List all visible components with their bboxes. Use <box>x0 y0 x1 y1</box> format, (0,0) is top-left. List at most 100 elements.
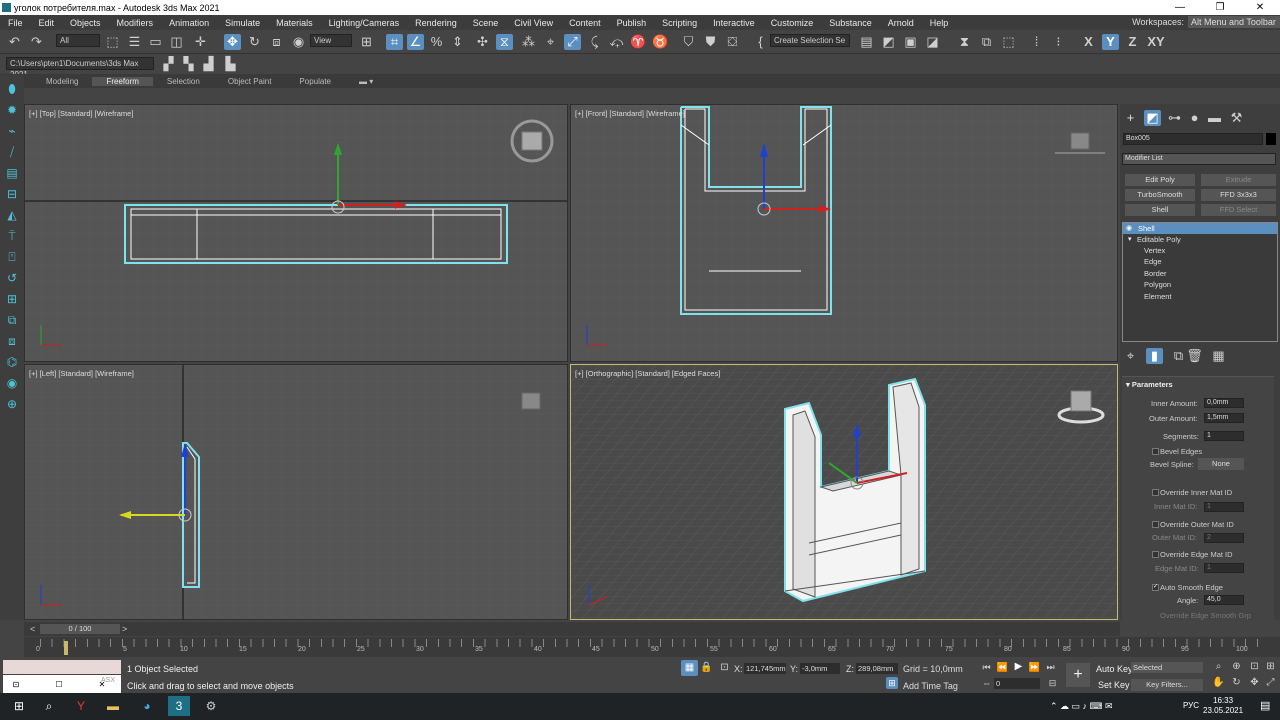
align-camera-icon[interactable]: ⤽ <box>608 34 625 50</box>
menu-interactive[interactable]: Interactive <box>705 18 763 28</box>
viewport-ortho-label[interactable]: [+] [Orthographic] [Standard] [Edged Fac… <box>575 369 720 378</box>
viewport-front[interactable]: [+] [Front] [Standard] [Wireframe] <box>570 104 1118 362</box>
key-mode-icon[interactable]: ⇔ <box>978 675 995 691</box>
time-slider-next-icon[interactable]: > <box>122 624 127 634</box>
file-explorer-icon[interactable]: ▬ <box>102 696 124 716</box>
script-restore-button[interactable]: ☐ <box>29 680 89 689</box>
outer-mat-id-spinner[interactable]: 2 <box>1204 533 1244 543</box>
menu-arnold[interactable]: Arnold <box>880 18 922 28</box>
menu-help[interactable]: Help <box>922 18 957 28</box>
modifier-list-dropdown[interactable]: Modifier List <box>1122 153 1276 165</box>
ffd-3x3x3-button[interactable]: FFD 3x3x3 <box>1201 189 1276 201</box>
show-end-result-icon[interactable]: ▮ <box>1146 348 1163 364</box>
brush-icon[interactable]: ⧸ <box>4 144 20 160</box>
z-coordinate-field[interactable]: 289,08mm <box>856 663 898 674</box>
camera-icon[interactable]: ⌬ <box>4 354 20 370</box>
angle-spinner[interactable]: 45,0 <box>1204 595 1244 605</box>
extrude-button[interactable]: Extrude <box>1201 174 1276 186</box>
language-indicator[interactable]: РУС <box>1183 701 1199 710</box>
viewport-orthographic[interactable]: [+] [Orthographic] [Standard] [Edged Fac… <box>570 364 1118 620</box>
freeze-icon[interactable]: ⊟ <box>4 186 20 202</box>
windows-start-icon[interactable]: ⊞ <box>8 696 30 716</box>
ribbon-icon-2[interactable]: ▚ <box>180 56 197 72</box>
cycle-icon[interactable]: ↺ <box>4 270 20 286</box>
reference-coord-dropdown[interactable]: View <box>310 34 352 47</box>
quick-align-icon[interactable]: ⌖ <box>542 34 559 50</box>
isolate-selection-icon[interactable]: ▦ <box>681 660 698 676</box>
track-bar[interactable]: 0 5 10 15 20 25 30 35 40 45 50 55 60 65 … <box>24 637 1280 657</box>
orbit-icon[interactable]: ↻ <box>1228 675 1245 691</box>
rotate-icon[interactable]: ↻ <box>246 34 263 50</box>
eye-icon[interactable]: ◉ <box>1126 224 1132 232</box>
layer-explorer-icon[interactable]: ♉ <box>652 34 669 50</box>
app-icon-extra[interactable]: ⚙ <box>200 696 222 716</box>
go-to-start-icon[interactable]: ⏮ <box>978 659 995 675</box>
undo-icon[interactable]: ↶ <box>6 34 23 50</box>
key-mode-dropdown[interactable]: Selected <box>1131 662 1203 673</box>
axis-xy-button[interactable]: XY <box>1146 34 1166 50</box>
placement-icon[interactable]: ◉ <box>290 34 307 50</box>
3ds-max-icon[interactable]: 3 <box>168 696 190 716</box>
move-icon[interactable]: ✥ <box>224 34 241 50</box>
viewport-left[interactable]: [+] [Left] [Standard] [Wireframe] <box>24 364 568 620</box>
remove-modifier-icon[interactable]: 🗑 <box>1186 348 1203 364</box>
stack-item-polygon[interactable]: Polygon <box>1124 279 1274 290</box>
inner-mat-id-spinner[interactable]: 1 <box>1204 502 1244 512</box>
tray-icons[interactable]: ⌃ ☁ ▭ ♪ ⌨ ✉ <box>1050 701 1113 712</box>
configure-sets-icon[interactable]: ▦ <box>1210 348 1227 364</box>
menu-scripting[interactable]: Scripting <box>654 18 705 28</box>
menu-customize[interactable]: Customize <box>763 18 822 28</box>
add-time-tag-button[interactable]: Add Time Tag <box>903 681 958 691</box>
ffd-select-button[interactable]: FFD Select <box>1201 204 1276 216</box>
display-tab-icon[interactable]: ▬ <box>1206 110 1223 126</box>
lock-icon[interactable]: ⍞ <box>4 249 20 265</box>
xform-icon[interactable]: ⧈ <box>4 333 20 349</box>
percent-snap-icon[interactable]: % <box>428 34 445 50</box>
axis-x-button[interactable]: X <box>1080 34 1097 50</box>
edge-mat-id-spinner[interactable]: 1 <box>1204 563 1244 573</box>
paint-select-icon[interactable]: ✹ <box>4 102 20 118</box>
current-frame-field[interactable]: 0 <box>994 678 1040 689</box>
hierarchy-tab-icon[interactable]: ⊶ <box>1166 110 1183 126</box>
pin-stack-icon[interactable]: ⌖ <box>1122 348 1139 364</box>
go-to-end-icon[interactable]: ⏭ <box>1042 659 1059 675</box>
time-slider[interactable]: < 0 / 100 > <box>24 622 1120 636</box>
zoom-all-icon[interactable]: ⊕ <box>1228 659 1245 675</box>
menu-content[interactable]: Content <box>561 18 609 28</box>
hide-icon[interactable]: ◭ <box>4 207 20 223</box>
workspaces-dropdown[interactable]: Alt Menu and Toolbar <box>1188 16 1280 28</box>
snap-toggle-icon[interactable]: ⌗ <box>386 34 403 50</box>
motion-tab-icon[interactable]: ● <box>1186 110 1203 126</box>
menu-animation[interactable]: Animation <box>161 18 217 28</box>
ribbon-icon-4[interactable]: ▙ <box>222 56 239 72</box>
time-slider-prev-icon[interactable]: < <box>30 624 35 634</box>
pin-icon[interactable]: ⍑ <box>4 228 20 244</box>
zoom-extents-icon[interactable]: ⊡ <box>1246 659 1263 675</box>
search-icon[interactable]: ⌕ <box>38 696 60 716</box>
edit-poly-button[interactable]: Edit Poly <box>1125 174 1195 186</box>
tab-modeling[interactable]: Modeling <box>32 77 92 86</box>
set-key-big-icon[interactable]: + <box>1066 663 1090 687</box>
auto-key-button[interactable]: Auto Key <box>1096 664 1133 674</box>
shell-button[interactable]: Shell <box>1125 204 1195 216</box>
ribbon-options-icon[interactable]: ▬ ▾ <box>345 77 387 86</box>
key-filters-button[interactable]: Key Filters... <box>1131 679 1203 691</box>
menu-substance[interactable]: Substance <box>821 18 880 28</box>
project-folder-dropdown[interactable]: C:\Users\pten1\Documents\3ds Max 2021 <box>6 57 154 79</box>
segments-spinner[interactable]: 1 <box>1204 431 1244 441</box>
tab-freeform[interactable]: Freeform <box>92 76 153 86</box>
stack-item-vertex[interactable]: Vertex <box>1124 245 1274 256</box>
isolate-icon[interactable]: ▤ <box>4 165 20 181</box>
override-outer-checkbox[interactable] <box>1152 521 1159 528</box>
select-object-icon[interactable]: ⬚ <box>104 34 121 50</box>
angle-snap-icon[interactable]: ∠ <box>407 34 424 50</box>
create-tab-icon[interactable]: + <box>1122 110 1139 126</box>
rect-selection-icon[interactable]: ▭ <box>147 34 164 50</box>
clock-date[interactable]: 23.05.2021 <box>1203 706 1243 715</box>
pan-icon[interactable]: ✥ <box>1246 675 1263 691</box>
menu-file[interactable]: File <box>0 18 31 28</box>
lasso-icon[interactable]: ⌁ <box>4 123 20 139</box>
menu-modifiers[interactable]: Modifiers <box>109 18 162 28</box>
inner-amount-spinner[interactable]: 0,0mm <box>1204 398 1244 408</box>
time-tag-icon[interactable]: ⊞ <box>886 677 898 689</box>
